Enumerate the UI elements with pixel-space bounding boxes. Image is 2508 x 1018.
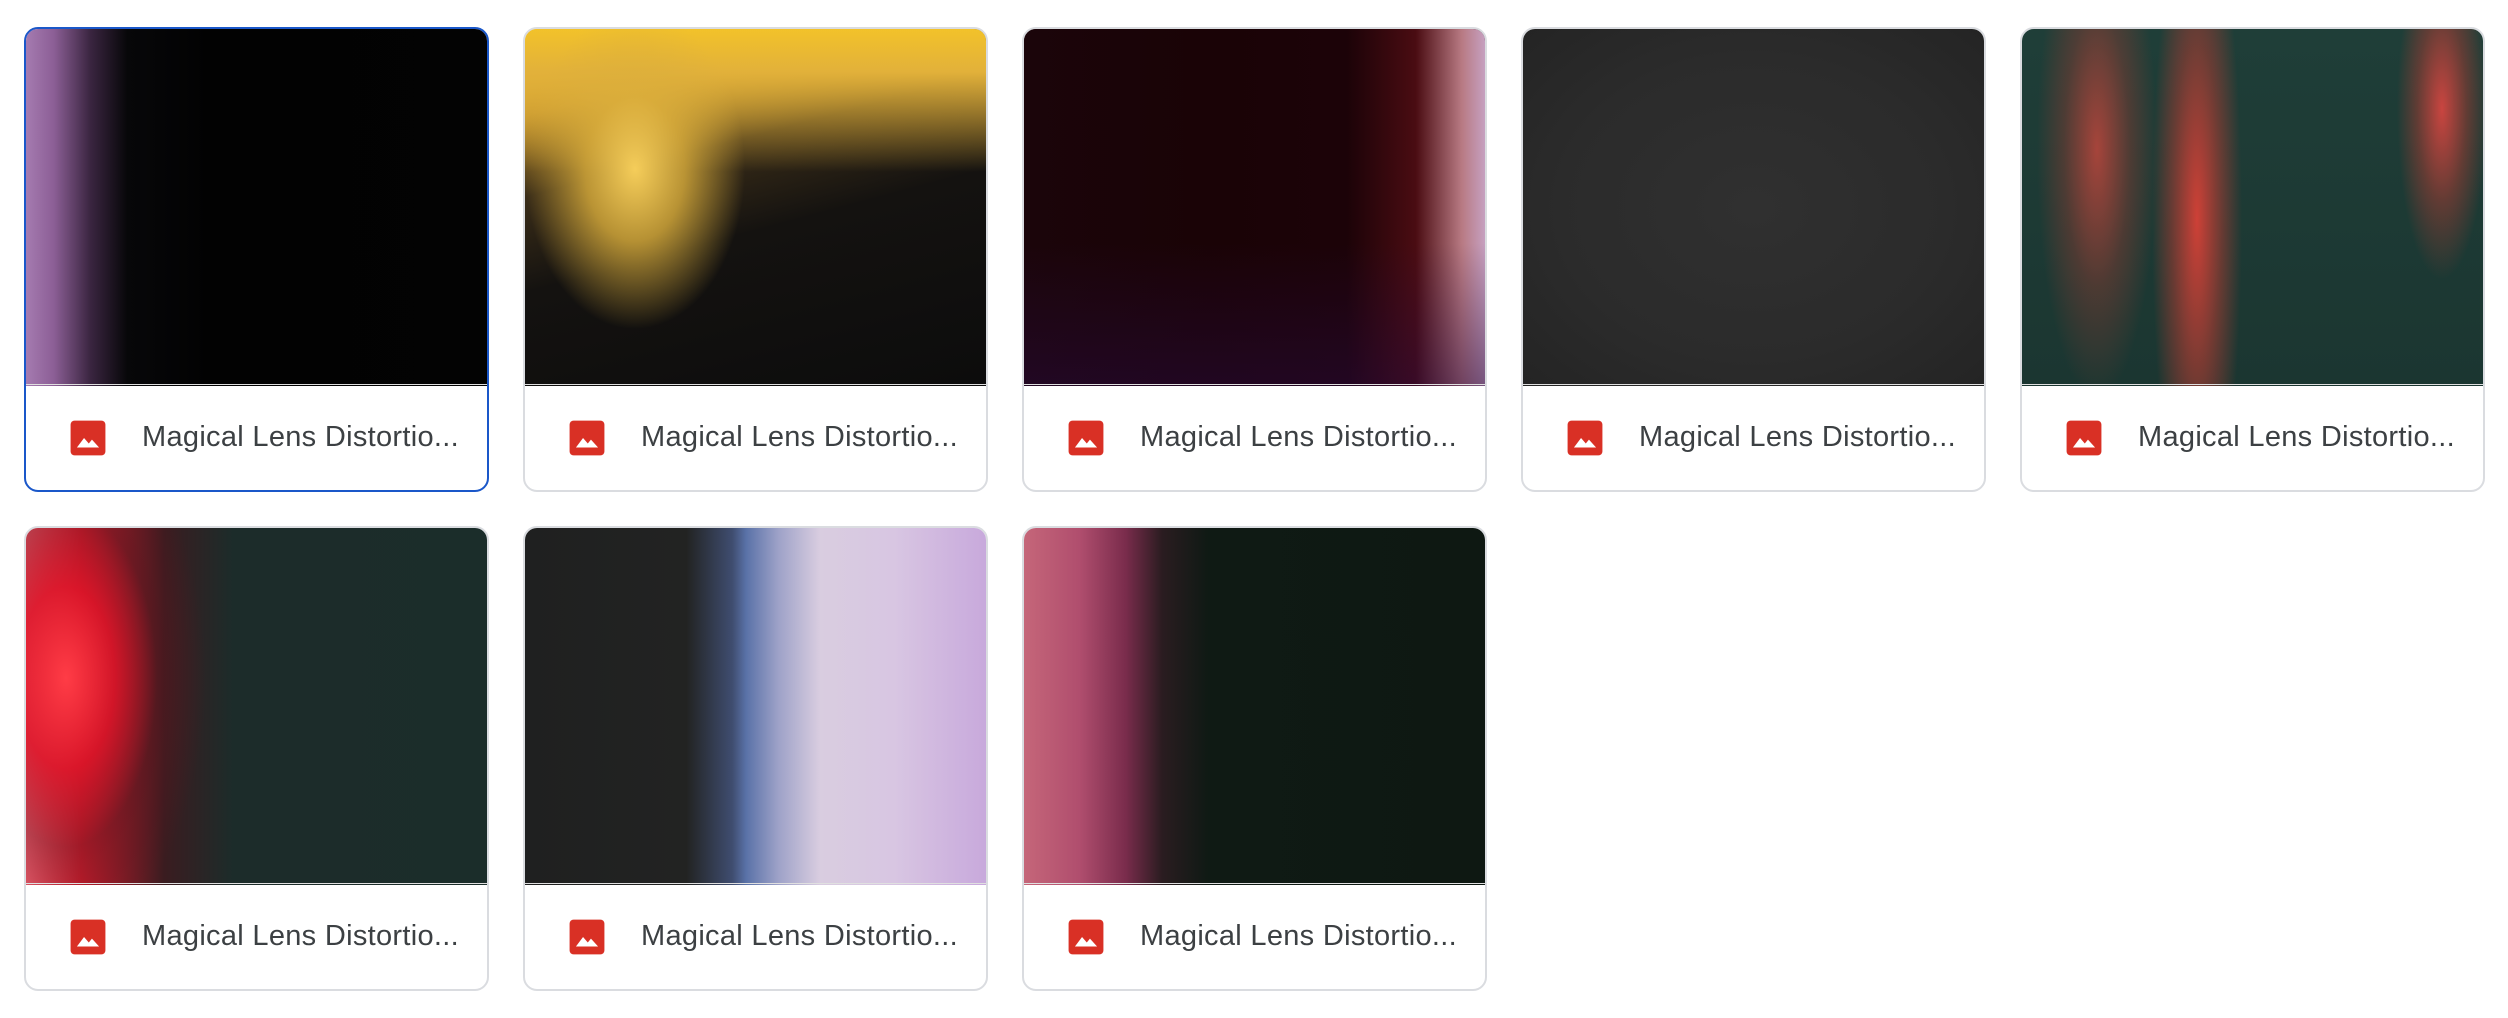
image-file-icon [70, 420, 106, 455]
file-label-row: Magical Lens Distortio... [1024, 384, 1485, 490]
file-thumbnail [26, 29, 487, 386]
file-card[interactable]: Magical Lens Distortio... [24, 27, 489, 492]
file-card[interactable]: Magical Lens Distortio... [523, 27, 988, 492]
file-label-row: Magical Lens Distortio... [1024, 883, 1485, 989]
image-file-icon [1068, 919, 1104, 954]
file-label-row: Magical Lens Distortio... [525, 883, 986, 989]
file-card[interactable]: Magical Lens Distortio... [1022, 526, 1487, 991]
file-card[interactable]: Magical Lens Distortio... [1022, 27, 1487, 492]
file-label-row: Magical Lens Distortio... [2022, 384, 2483, 490]
file-label-row: Magical Lens Distortio... [26, 384, 487, 490]
file-label-row: Magical Lens Distortio... [1523, 384, 1984, 490]
file-thumbnail [2022, 29, 2483, 386]
file-card[interactable]: Magical Lens Distortio... [1521, 27, 1986, 492]
file-card[interactable]: Magical Lens Distortio... [523, 526, 988, 991]
image-file-icon [2066, 420, 2102, 455]
file-name: Magical Lens Distortio... [1639, 421, 1956, 453]
file-thumbnail [525, 528, 986, 885]
file-thumbnail [26, 528, 487, 885]
file-label-row: Magical Lens Distortio... [525, 384, 986, 490]
image-file-icon [569, 919, 605, 954]
file-grid: Magical Lens Distortio... Magical Lens D… [24, 27, 2485, 991]
file-name: Magical Lens Distortio... [142, 920, 459, 952]
image-file-icon [1068, 420, 1104, 455]
image-file-icon [569, 420, 605, 455]
image-file-icon [1567, 420, 1603, 455]
file-name: Magical Lens Distortio... [1140, 421, 1457, 453]
file-name: Magical Lens Distortio... [641, 920, 958, 952]
file-thumbnail [1523, 29, 1984, 386]
file-thumbnail [525, 29, 986, 386]
file-card[interactable]: Magical Lens Distortio... [24, 526, 489, 991]
file-name: Magical Lens Distortio... [2138, 421, 2455, 453]
file-name: Magical Lens Distortio... [641, 421, 958, 453]
file-label-row: Magical Lens Distortio... [26, 883, 487, 989]
file-card[interactable]: Magical Lens Distortio... [2020, 27, 2485, 492]
file-thumbnail [1024, 528, 1485, 885]
file-thumbnail [1024, 29, 1485, 386]
file-name: Magical Lens Distortio... [1140, 920, 1457, 952]
file-name: Magical Lens Distortio... [142, 421, 459, 453]
image-file-icon [70, 919, 106, 954]
